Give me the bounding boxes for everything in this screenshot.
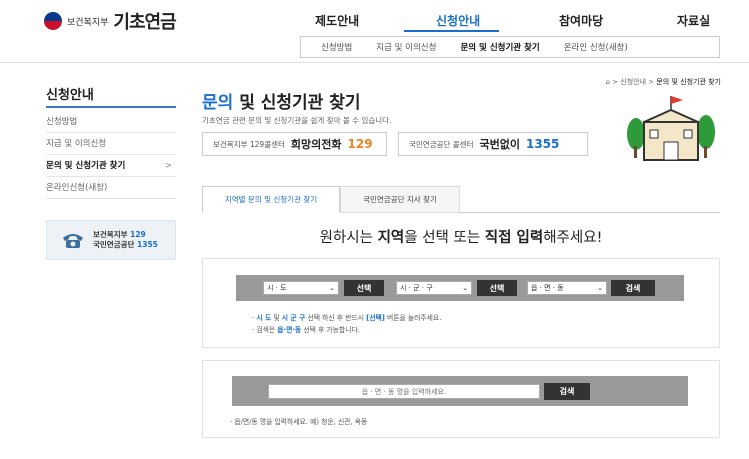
page-title-rest: 및 신청기관 찾기 [233,93,361,113]
gnb-system-info[interactable]: 제도안내 [315,12,359,29]
breadcrumb-trail[interactable]: > 신청안내 > [612,78,654,86]
hotline-label: 보건복지부 129콜센터 [213,139,285,149]
sidebar-item-label: 신청방법 [46,117,78,127]
chevron-down-icon: ⌄ [597,284,603,292]
page-title: 문의 및 신청기관 찾기 [202,88,361,113]
site-logo[interactable]: 보건복지부 기초연금 [44,8,177,34]
gnb-resources[interactable]: 자료실 [677,12,710,29]
direct-search-button[interactable]: 검색 [544,383,590,400]
hotline-1355-box: 국민연금공단 콜센터 국번없이 1355 [398,132,588,156]
direct-input-note: · 읍/면/동 명을 입력하세요. 예) 청운, 신관, 옥동 [230,418,368,426]
telephone-icon [63,234,83,248]
tab-nps-branch-search[interactable]: 국민연금공단 지사 찾기 [340,186,460,213]
page-title-accent: 문의 [202,93,234,113]
sidebar-item-inquiry-find[interactable]: 문의 및 신청기관 찾기 > [46,156,176,177]
breadcrumb-current: 문의 및 신청기관 찾기 [656,78,721,86]
note-text: 선택 후 가능합니다. [301,326,360,334]
note-text: 검색은 [256,326,278,334]
sigungu-select-button[interactable]: 선택 [477,280,517,296]
chevron-down-icon: ⌄ [329,284,335,292]
headline-bold: 지역 [377,230,405,246]
note-text: 버튼을 눌러주세요. [384,314,442,322]
sidebar-item-label: 지급 및 이의신청 [46,139,107,149]
headline-bold: 직접 입력 [484,230,544,246]
headline-part: 해주세요! [543,230,603,246]
sido-select-button[interactable]: 선택 [344,280,384,296]
gnb-apply-info[interactable]: 신청안내 [436,12,480,29]
subnav-apply-method[interactable]: 신청방법 [321,41,352,53]
note-text: 읍/면/동 명을 입력하세요. 예) 청운, 신관, 옥동 [234,418,368,426]
note-text: 및 [271,314,282,322]
hotline-number: 1355 [525,137,560,151]
tab-region-search[interactable]: 지역별 문의 및 신청기관 찾기 [202,186,340,213]
eupmyeondong-select-value: 읍 · 면 · 동 [531,284,564,292]
region-note-2: · 검색은 읍·면·동 선택 후 가능합니다. [252,326,360,334]
region-note-1: · 시 도 및 시 군 구 선택 하신 후 반드시 [선택] 버튼을 눌러주세요… [252,314,442,322]
callbox-ministry: 보건복지부 [93,230,128,239]
page-description: 기초연금 관련 문의 및 신청기관을 쉽게 찾아 볼 수 있습니다. [202,116,392,125]
sidebar-item-payment-appeal[interactable]: 지급 및 이의신청 [46,134,176,155]
region-select-panel [202,258,720,348]
sigungu-select-value: 시 · 군 · 구 [400,284,433,292]
sidebar-item-label: 문의 및 신청기관 찾기 [46,161,126,171]
gnb-active-indicator [404,30,499,32]
region-search-button[interactable]: 검색 [611,280,655,296]
sidebar-title: 신청안내 [46,88,94,103]
sidebar-item-label: 온라인신청(새창) [46,183,108,193]
brand-name: 기초연금 [113,12,176,33]
sub-navigation: 신청방법 지급 및 이의신청 문의 및 신청기관 찾기 온라인 신청(새창) [300,36,720,58]
hotline-129-box: 보건복지부 129콜센터 희망의전화 129 [202,132,387,156]
subnav-online-apply[interactable]: 온라인 신청(새창) [564,41,628,53]
callcenter-box: 보건복지부 129 국민연금공단 1355 [46,220,176,260]
gnb-participation[interactable]: 참여마당 [559,12,603,29]
headline-part: 을 선택 또는 [404,230,485,246]
office-building-illustration [627,96,715,161]
subnav-payment-appeal[interactable]: 지급 및 이의신청 [376,41,436,53]
note-highlight: 시 도 [256,314,272,322]
headline-part: 원하시는 [319,230,378,246]
callbox-ministry-number: 129 [130,230,146,239]
callbox-nps-number: 1355 [137,240,158,249]
eupmyeondong-select[interactable]: 읍 · 면 · 동 ⌄ [527,281,607,295]
region-search-input[interactable] [268,384,540,399]
note-text: 선택 하신 후 반드시 [305,314,367,322]
sigungu-select[interactable]: 시 · 군 · 구 ⌄ [396,281,472,295]
note-highlight: 읍·면·동 [277,326,302,334]
sidebar-item-apply-method[interactable]: 신청방법 [46,112,176,133]
note-highlight: 시 군 구 [281,314,306,322]
sido-select[interactable]: 시 · 도 ⌄ [263,281,339,295]
callbox-nps: 국민연금공단 [93,240,135,249]
search-headline: 원하시는 지역을 선택 또는 직접 입력해주세요! [202,226,720,247]
header-divider [0,62,749,63]
chevron-right-icon: > [164,161,172,171]
hotline-number: 129 [347,137,373,151]
sidebar-title-underline [46,106,176,108]
sidebar-item-online-apply[interactable]: 온라인신청(새창) [46,178,176,199]
home-icon[interactable]: ⌂ [605,78,609,86]
sido-select-value: 시 · 도 [267,284,287,292]
hotline-name: 희망의전화 [290,138,342,151]
subnav-inquiry-find[interactable]: 문의 및 신청기관 찾기 [460,41,539,53]
note-highlight: [선택] [366,314,385,322]
chevron-down-icon: ⌄ [462,284,468,292]
government-emblem-icon [44,12,62,30]
hotline-name: 국번없이 [479,138,520,151]
breadcrumb: ⌂ > 신청안내 > 문의 및 신청기관 찾기 [605,77,721,87]
ministry-name: 보건복지부 [67,17,109,28]
hotline-label: 국민연금공단 콜센터 [409,139,474,149]
